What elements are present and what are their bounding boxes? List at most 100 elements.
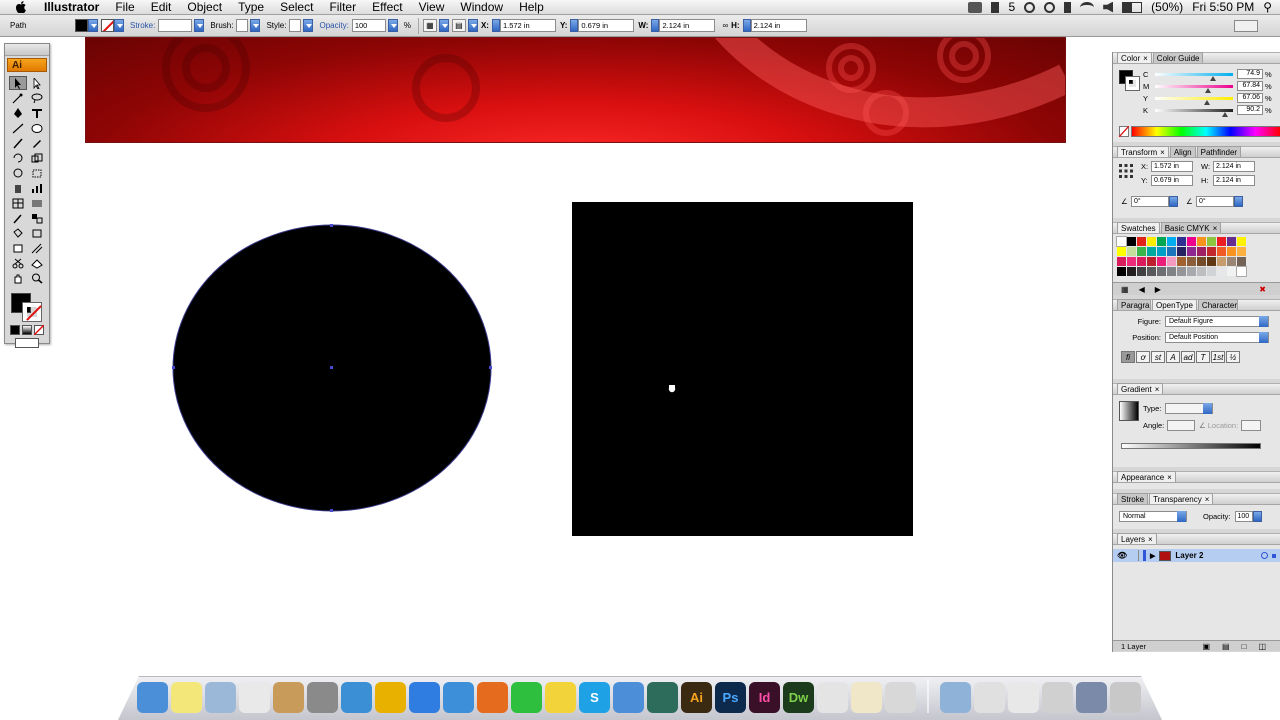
transform-w-field[interactable]: 2.124 in — [1213, 161, 1255, 172]
color-swatch[interactable] — [1207, 237, 1216, 246]
color-swatch[interactable] — [1187, 267, 1196, 276]
close-library-icon[interactable]: ✖ — [1259, 285, 1266, 294]
standard-ligatures-button[interactable]: fi — [1121, 351, 1135, 363]
previous-icon[interactable]: ◀ — [1139, 285, 1145, 294]
color-swatch[interactable] — [1157, 267, 1166, 276]
dock-display-stack-icon[interactable] — [1076, 682, 1107, 713]
color-swatch[interactable] — [1116, 236, 1127, 247]
tab-appearance[interactable]: Appearance × — [1117, 471, 1176, 482]
color-swatch[interactable] — [1227, 247, 1236, 256]
graph-tool-icon[interactable] — [28, 181, 46, 195]
color-swatch[interactable] — [1237, 237, 1246, 246]
scale-tool-icon[interactable] — [28, 151, 46, 165]
eraser-tool-icon[interactable] — [28, 256, 46, 270]
dock-transmit-icon[interactable] — [375, 682, 406, 713]
swatch-libraries-icon[interactable]: ▦ — [1121, 285, 1129, 294]
color-swatch[interactable] — [1167, 267, 1176, 276]
expand-triangle-icon[interactable]: ▶ — [1150, 552, 1155, 560]
type-tool-icon[interactable] — [28, 106, 46, 120]
gradient-tool-icon[interactable] — [28, 196, 46, 210]
slice-tool-icon[interactable] — [28, 241, 46, 255]
line-segment-tool-icon[interactable] — [9, 121, 27, 135]
color-swatch[interactable] — [1197, 237, 1206, 246]
color-swatch[interactable] — [1117, 267, 1126, 276]
control-panel-menu-icon[interactable] — [1234, 19, 1258, 32]
dock-iphoto-icon[interactable] — [273, 682, 304, 713]
dock-finder-icon[interactable] — [137, 682, 168, 713]
warp-tool-icon[interactable] — [9, 166, 27, 180]
gradient-mode-icon[interactable] — [22, 325, 32, 335]
transform-y-field[interactable]: 0.679 in — [1151, 175, 1193, 186]
tab-character[interactable]: Character — [1197, 299, 1238, 310]
delete-layer-icon[interactable]: ◫ — [1258, 642, 1266, 651]
yellow-slider[interactable] — [1155, 96, 1233, 105]
scissors-tool-icon[interactable] — [9, 256, 27, 270]
dock-cyberduck-icon[interactable] — [545, 682, 576, 713]
dock-skype-icon[interactable]: S — [579, 682, 610, 713]
slider-knob[interactable] — [1204, 99, 1211, 105]
spotlight-icon[interactable]: ⚲ — [1263, 0, 1272, 14]
color-swatch[interactable] — [1167, 237, 1176, 246]
transform-h-field[interactable]: 2.124 in — [1213, 175, 1255, 186]
color-swatch[interactable] — [1137, 247, 1146, 256]
gradient-angle-field[interactable] — [1167, 420, 1195, 431]
battery-icon[interactable] — [1122, 1, 1143, 13]
blend-mode-select[interactable]: Normal — [1119, 511, 1187, 522]
slider-knob[interactable] — [1222, 111, 1229, 117]
transparency-opacity-field[interactable]: 100 — [1234, 511, 1253, 522]
color-swatch[interactable] — [1147, 267, 1156, 276]
slider-knob[interactable] — [1210, 75, 1217, 81]
selection-tool-icon[interactable] — [8, 76, 27, 90]
color-swatch[interactable] — [1157, 257, 1166, 266]
color-swatch[interactable] — [1127, 237, 1136, 246]
dock-applications-folder-icon[interactable] — [940, 682, 971, 713]
color-swatch[interactable] — [1127, 257, 1136, 266]
layer-name[interactable]: Layer 2 — [1175, 551, 1203, 560]
color-swatch[interactable] — [1137, 257, 1146, 266]
color-swatch[interactable] — [1147, 237, 1156, 246]
fill-stroke-indicator[interactable] — [8, 291, 46, 323]
color-swatch[interactable] — [1217, 267, 1226, 276]
dock-documents-stack-icon[interactable] — [974, 682, 1005, 713]
next-icon[interactable]: ▶ — [1155, 285, 1161, 294]
new-layer-icon[interactable]: □ — [1242, 642, 1247, 651]
close-icon[interactable]: × — [1148, 535, 1153, 544]
fractions-button[interactable]: ½ — [1226, 351, 1240, 363]
color-swatch[interactable] — [1207, 247, 1216, 256]
yellow-value[interactable]: 67.06 — [1237, 93, 1263, 103]
titling-alternates-button[interactable]: T — [1196, 351, 1210, 363]
dock-safari-icon[interactable] — [443, 682, 474, 713]
color-swatch[interactable] — [1177, 267, 1186, 276]
screen-mode-button[interactable] — [15, 338, 39, 348]
make-clipping-mask-icon[interactable]: ▣ — [1202, 642, 1210, 651]
color-swatch[interactable] — [1147, 257, 1156, 266]
tab-pathfinder[interactable]: Pathfinder — [1196, 146, 1242, 157]
tab-align[interactable]: Align — [1169, 146, 1196, 157]
paintbrush-tool-icon[interactable] — [9, 136, 27, 150]
lock-toggle[interactable] — [1129, 550, 1139, 561]
live-paint-selection-icon[interactable] — [28, 226, 46, 240]
dock-ichat-icon[interactable] — [613, 682, 644, 713]
discretionary-ligatures-button[interactable]: st — [1151, 351, 1165, 363]
tab-transform[interactable]: Transform × — [1117, 146, 1169, 157]
cyan-value[interactable]: 74.9 — [1237, 69, 1263, 79]
mesh-tool-icon[interactable] — [9, 196, 27, 210]
clock[interactable]: Fri 5:50 PM — [1192, 0, 1254, 14]
layer-row[interactable]: 👁 ▶ Layer 2 — [1113, 549, 1280, 562]
blend-tool-icon[interactable] — [28, 211, 46, 225]
close-icon[interactable]: × — [1213, 224, 1218, 233]
gradient-slider[interactable] — [1121, 443, 1261, 449]
color-swatch[interactable] — [1197, 267, 1206, 276]
color-swatch[interactable] — [1177, 247, 1186, 256]
rotate-dropdown[interactable] — [1169, 196, 1178, 207]
magenta-value[interactable]: 67.84 — [1237, 81, 1263, 91]
dock-numbers-icon[interactable] — [511, 682, 542, 713]
color-swatch[interactable] — [1187, 247, 1196, 256]
contextual-alternates-button[interactable]: ơ — [1136, 351, 1150, 363]
black-slider[interactable] — [1155, 108, 1233, 117]
close-icon[interactable]: × — [1205, 495, 1210, 504]
tab-stroke[interactable]: Stroke — [1117, 493, 1149, 504]
none-color-icon[interactable] — [1119, 126, 1129, 137]
free-transform-tool-icon[interactable] — [28, 166, 46, 180]
color-swatch[interactable] — [1227, 237, 1236, 246]
